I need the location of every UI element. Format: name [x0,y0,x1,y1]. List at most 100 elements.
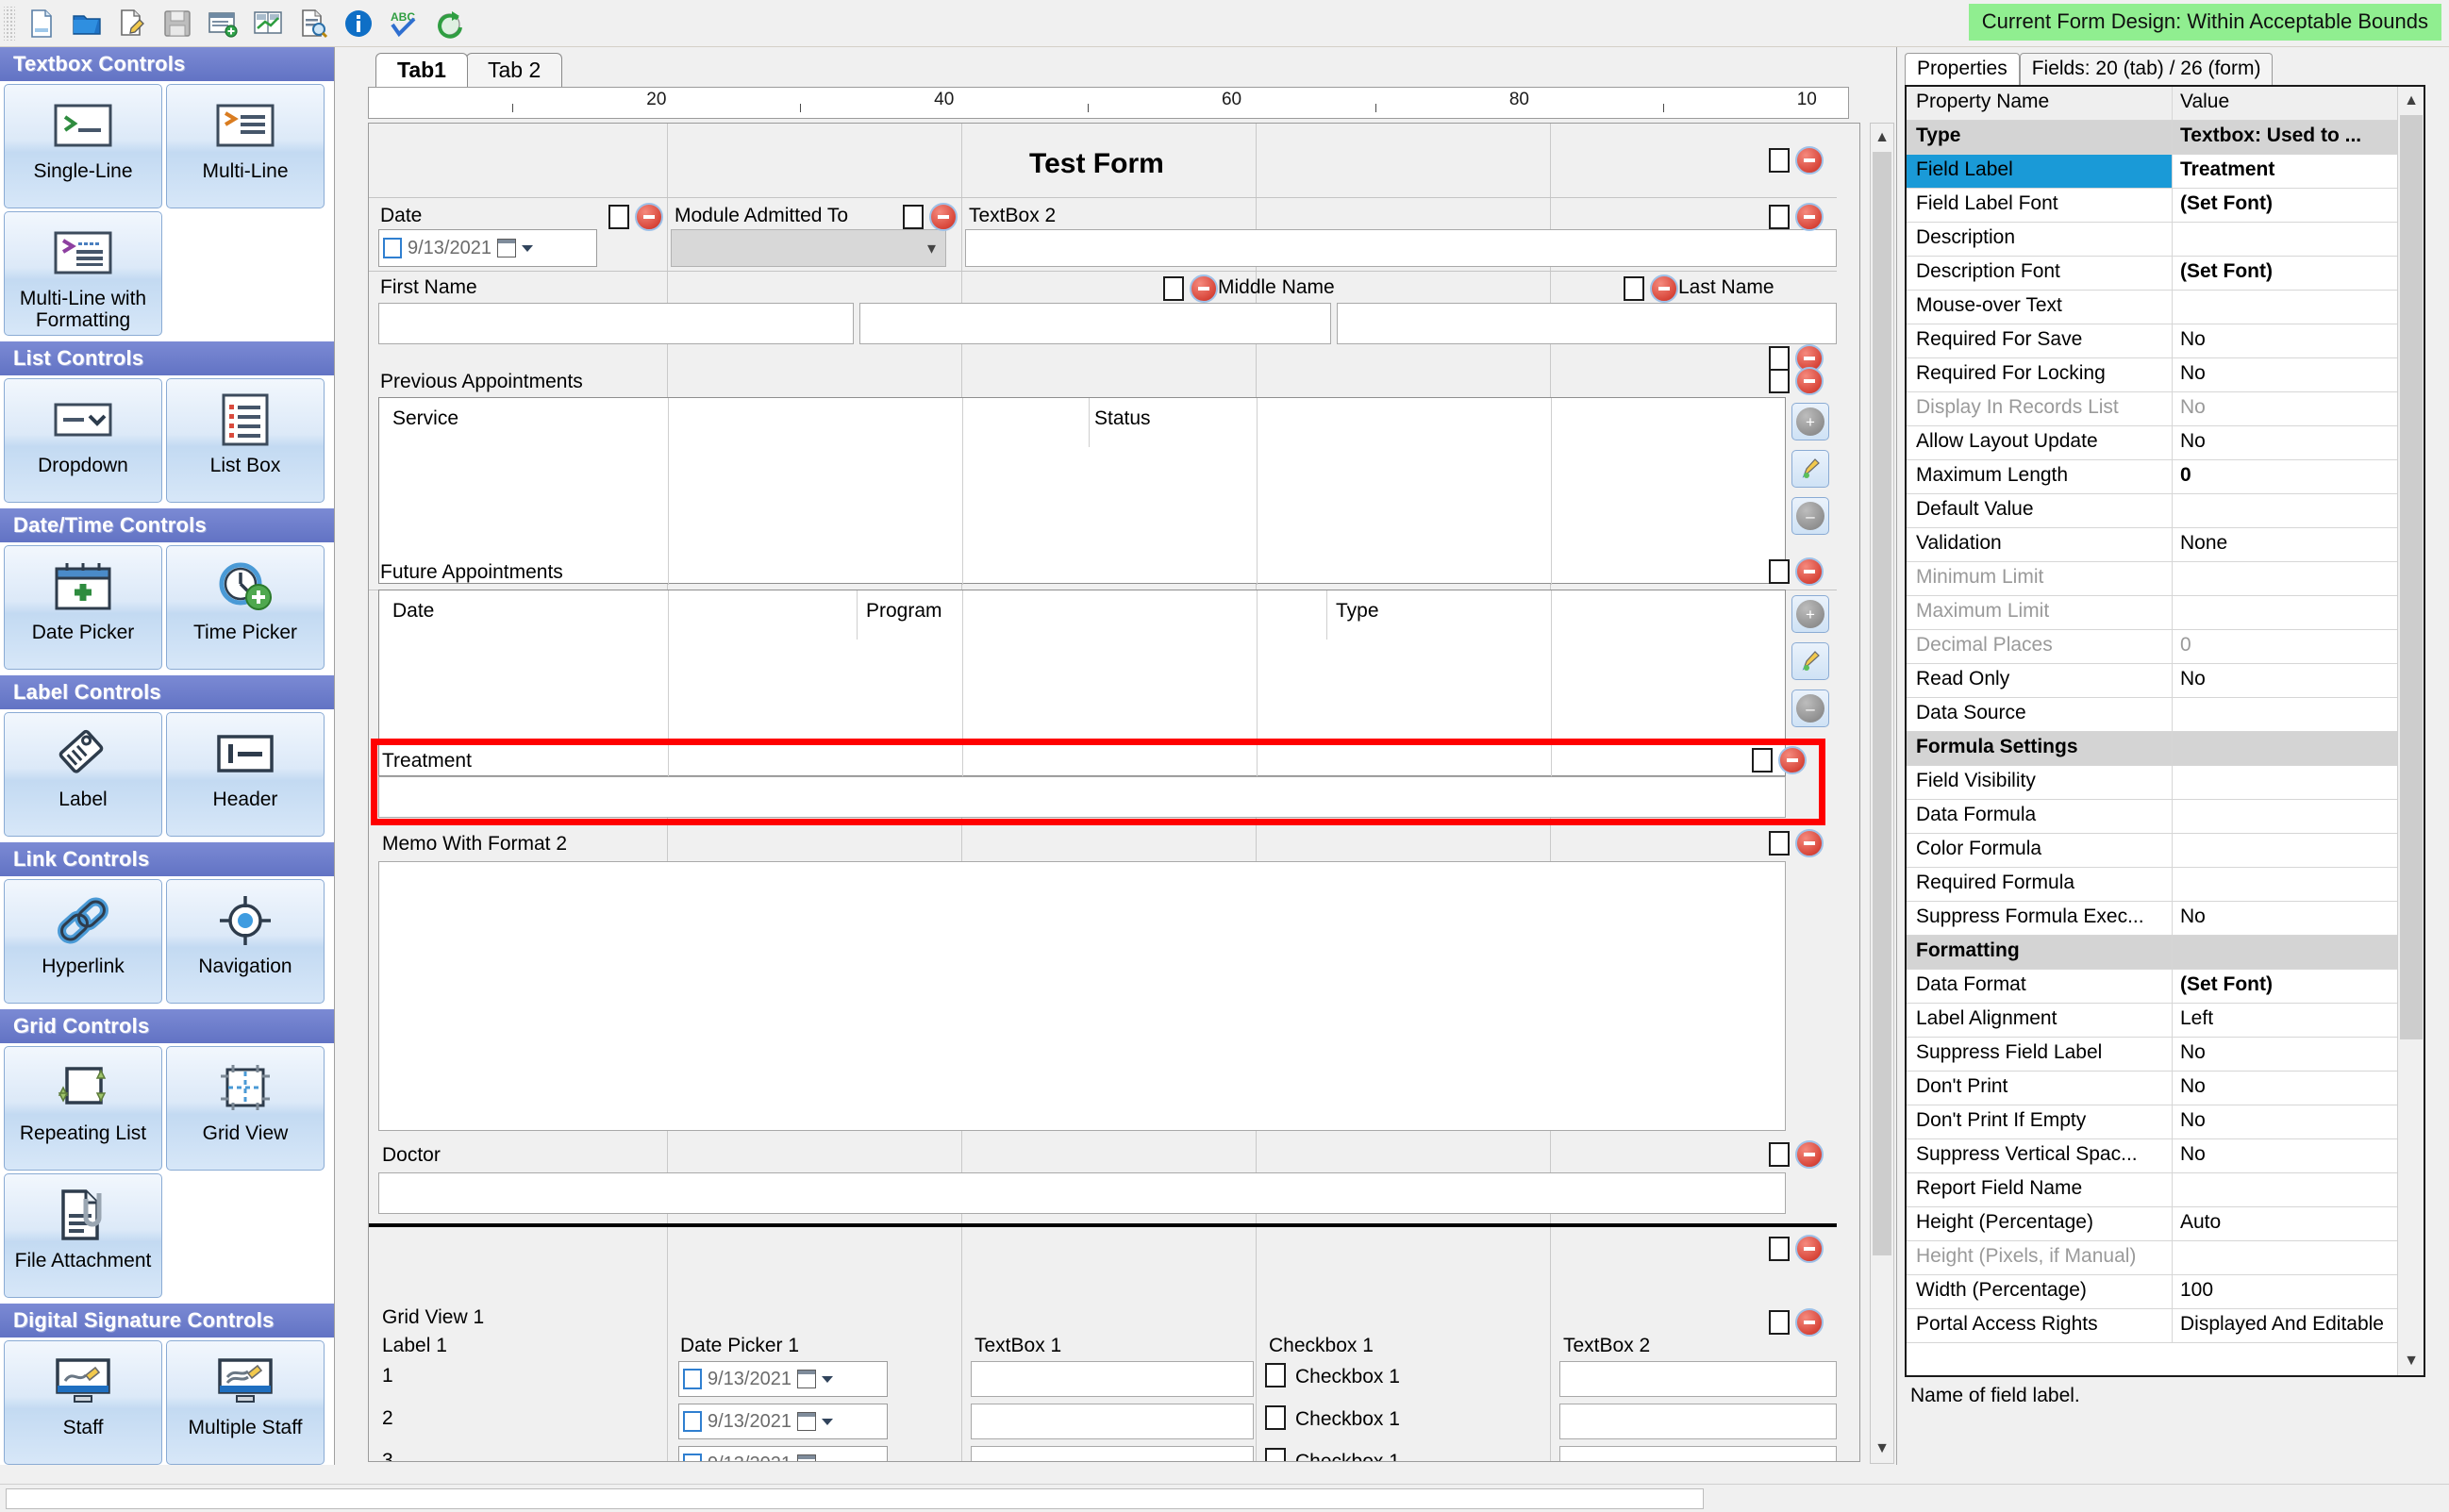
chevron-down-icon[interactable] [521,244,533,252]
property-row[interactable]: Portal Access Rights Displayed And Editab… [1907,1309,2424,1343]
property-row[interactable]: Minimum Limit [1907,562,2424,596]
textbox-2-field[interactable] [965,229,1837,267]
properties-scroll-thumb[interactable] [2400,115,2423,1039]
middle-name-field[interactable] [859,303,1331,344]
tab-fields-count[interactable]: Fields: 20 (tab) / 26 (form) [2019,53,2274,85]
property-value[interactable]: 0 [2173,630,2424,663]
chevron-down-icon[interactable]: ▾ [927,239,936,258]
grid-view-row-checkbox[interactable] [1265,1363,1286,1387]
property-value[interactable]: No [2173,426,2424,459]
property-row[interactable]: Color Formula [1907,834,2424,868]
grid-view-row-textbox-2[interactable] [1559,1446,1837,1461]
calendar-icon[interactable] [496,239,516,258]
property-value[interactable] [2173,291,2424,324]
grid-view-row-date-picker[interactable]: 9/13/2021 [678,1361,888,1397]
previous-appointments-grid[interactable]: Service Status [378,397,1786,585]
property-value[interactable]: None [2173,528,2424,561]
property-row[interactable]: Read Only No [1907,664,2424,698]
new-document-icon[interactable] [22,4,61,43]
chevron-down-icon[interactable] [821,1375,833,1383]
property-row[interactable]: Decimal Places 0 [1907,630,2424,664]
property-value[interactable]: (Set Font) [2173,189,2424,222]
property-row[interactable]: Data Formula [1907,800,2424,834]
property-value[interactable] [2173,834,2424,867]
calendar-icon[interactable] [796,1370,816,1388]
palette-item-label[interactable]: Label [4,712,162,837]
palette-item-staff[interactable]: Staff [4,1340,162,1465]
property-value[interactable] [2173,766,2424,799]
property-row[interactable]: Don't Print No [1907,1072,2424,1105]
properties-scroll-down-icon[interactable]: ▼ [2398,1347,2424,1375]
form-canvas-viewport[interactable]: Test Form Date 9/13/2021 Module Admitted… [368,123,1860,1462]
property-row[interactable]: Report Field Name [1907,1173,2424,1207]
property-row[interactable]: Display In Records List No [1907,392,2424,426]
field-select-checkbox[interactable] [1769,559,1790,584]
property-value[interactable]: (Set Font) [2173,970,2424,1003]
remove-field-button[interactable] [1795,203,1824,231]
field-select-checkbox[interactable] [1769,346,1790,371]
grid-add-row-button[interactable]: + [1791,403,1829,440]
grid-remove-row-button[interactable]: – [1791,497,1829,535]
property-value[interactable] [2173,596,2424,629]
palette-item-repeating-list[interactable]: Repeating List [4,1046,162,1171]
field-select-checkbox[interactable] [1752,748,1773,773]
chevron-down-icon[interactable] [821,1418,833,1425]
grid-view-row-checkbox[interactable] [1265,1405,1286,1430]
property-value[interactable] [2173,1173,2424,1206]
palette-item-list-box[interactable]: List Box [166,378,325,503]
property-value[interactable]: No [2173,358,2424,391]
remove-field-button[interactable] [1778,746,1807,774]
chevron-down-icon[interactable] [821,1460,833,1461]
property-value[interactable] [2173,732,2424,765]
grid-view-row-textbox-2[interactable] [1559,1361,1837,1397]
refresh-icon[interactable] [429,4,469,43]
palette-item-date-picker[interactable]: Date Picker [4,545,162,670]
property-value[interactable]: No [2173,664,2424,697]
property-row[interactable]: Description Font (Set Font) [1907,257,2424,291]
property-row[interactable]: Mouse-over Text [1907,291,2424,324]
property-row[interactable]: Field Label Treatment [1907,155,2424,189]
property-row[interactable]: Type Textbox: Used to ... [1907,121,2424,155]
save-as-document-icon[interactable] [112,4,152,43]
canvas-scroll-up-icon[interactable]: ▲ [1871,124,1893,152]
field-select-checkbox[interactable] [1769,831,1790,856]
grid-view-row-textbox-1[interactable] [971,1446,1254,1461]
grid-view-row-date-picker[interactable]: 9/13/2021 [678,1446,888,1461]
palette-item-grid-view[interactable]: Grid View [166,1046,325,1171]
layout-preview-icon[interactable] [248,4,288,43]
last-name-field[interactable] [1337,303,1837,344]
property-row[interactable]: Suppress Field Label No [1907,1038,2424,1072]
remove-field-button[interactable] [635,203,663,231]
field-select-checkbox[interactable] [1624,276,1644,301]
grid-edit-columns-button[interactable] [1791,642,1829,680]
property-row[interactable]: Required Formula [1907,868,2424,902]
property-row[interactable]: Default Value [1907,494,2424,528]
palette-item-file-attachment[interactable]: File Attachment [4,1173,162,1298]
property-row[interactable]: Required For Save No [1907,324,2424,358]
date-enable-checkbox[interactable] [683,1369,702,1389]
property-value[interactable]: No [2173,1139,2424,1172]
field-select-checkbox[interactable] [608,205,629,229]
property-value[interactable]: 0 [2173,460,2424,493]
properties-grid[interactable]: Property Name Value Type Textbox: Used to… [1905,85,2425,1377]
property-value[interactable]: Left [2173,1004,2424,1037]
property-row[interactable]: Don't Print If Empty No [1907,1105,2424,1139]
field-select-checkbox[interactable] [1769,369,1790,393]
treatment-field[interactable] [378,776,1786,818]
property-row[interactable]: Suppress Vertical Spac... No [1907,1139,2424,1173]
grid-view-row-textbox-1[interactable] [971,1404,1254,1439]
memo-with-format-field[interactable] [378,861,1786,1131]
first-name-field[interactable] [378,303,854,344]
tab-tab2[interactable]: Tab 2 [465,53,563,87]
remove-field-button[interactable] [1795,1308,1824,1337]
properties-scroll-up-icon[interactable]: ▲ [2398,87,2424,115]
field-select-checkbox[interactable] [1769,1142,1790,1167]
remove-field-button[interactable] [1795,367,1824,395]
remove-field-button[interactable] [1795,829,1824,857]
property-value[interactable]: Treatment [2173,155,2424,188]
tab-properties[interactable]: Properties [1905,53,2020,85]
property-row[interactable]: Suppress Formula Exec... No [1907,902,2424,936]
add-form-icon[interactable] [203,4,242,43]
remove-field-button[interactable] [1795,146,1824,174]
doctor-field[interactable] [378,1172,1786,1214]
